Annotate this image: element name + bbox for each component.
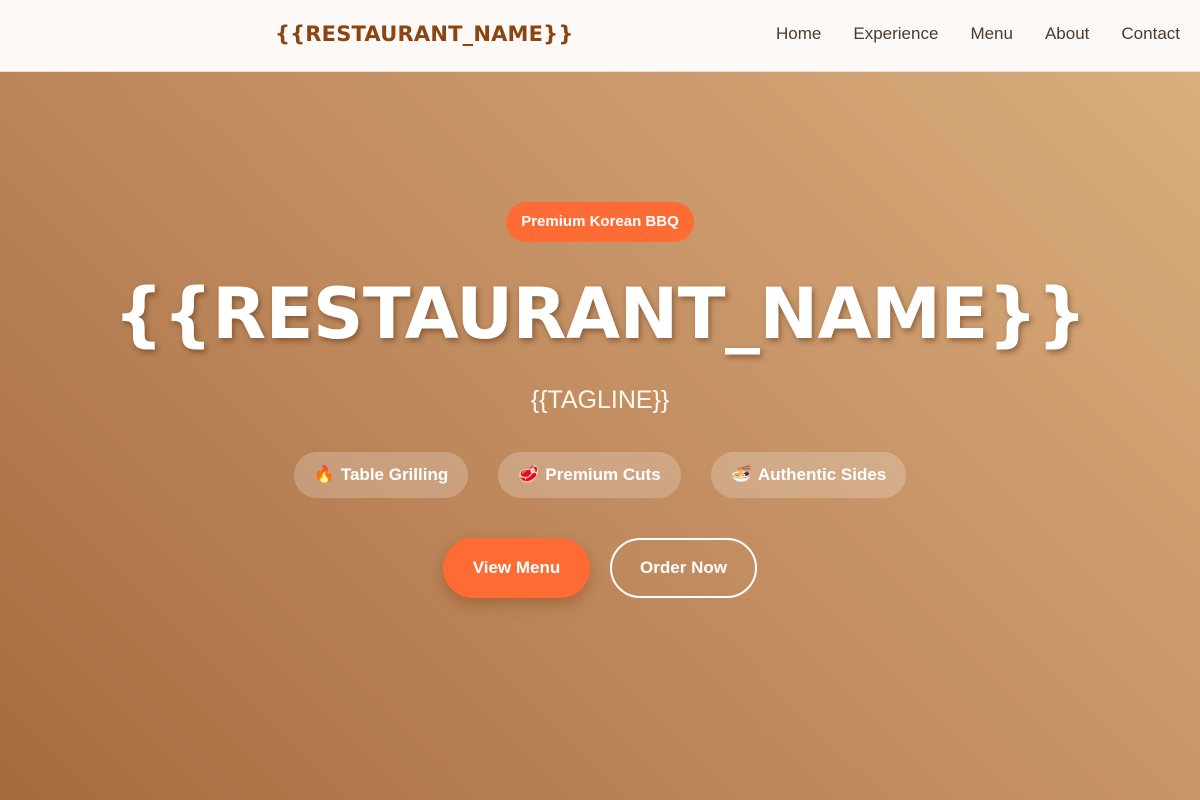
feature-pill-table-grilling: 🔥 Table Grilling [293,452,469,498]
feature-label: Table Grilling [340,465,449,484]
hero-section: Premium Korean BBQ {{RESTAURANT_NAME}} {… [0,73,1200,800]
hero-badge: Premium Korean BBQ [506,202,694,242]
feature-list: 🔥 Table Grilling 🥩 Premium Cuts 🍜 Authen… [0,452,1200,498]
feature-pill-premium-cuts: 🥩 Premium Cuts [498,452,681,498]
nav-link-experience[interactable]: Experience [853,24,938,44]
fire-icon: 🔥 [313,465,335,484]
main-nav: Home Experience Menu About Contact [776,24,1180,44]
hero-title: {{RESTAURANT_NAME}} [113,273,1087,355]
order-now-button[interactable]: Order Now [610,538,757,598]
feature-pill-authentic-sides: 🍜 Authentic Sides [710,452,907,498]
nav-link-menu[interactable]: Menu [970,24,1013,44]
nav-link-home[interactable]: Home [776,24,821,44]
meat-icon: 🥩 [518,465,540,484]
nav-link-about[interactable]: About [1045,24,1089,44]
site-logo[interactable]: {{RESTAURANT_NAME}} [275,22,574,46]
nav-link-contact[interactable]: Contact [1121,24,1180,44]
noodle-bowl-icon: 🍜 [730,465,752,484]
site-header: {{RESTAURANT_NAME}} Home Experience Menu… [0,0,1200,72]
view-menu-button[interactable]: View Menu [443,538,590,598]
feature-label: Premium Cuts [545,465,661,484]
hero-tagline: {{TAGLINE}} [530,386,670,414]
feature-label: Authentic Sides [757,465,887,484]
